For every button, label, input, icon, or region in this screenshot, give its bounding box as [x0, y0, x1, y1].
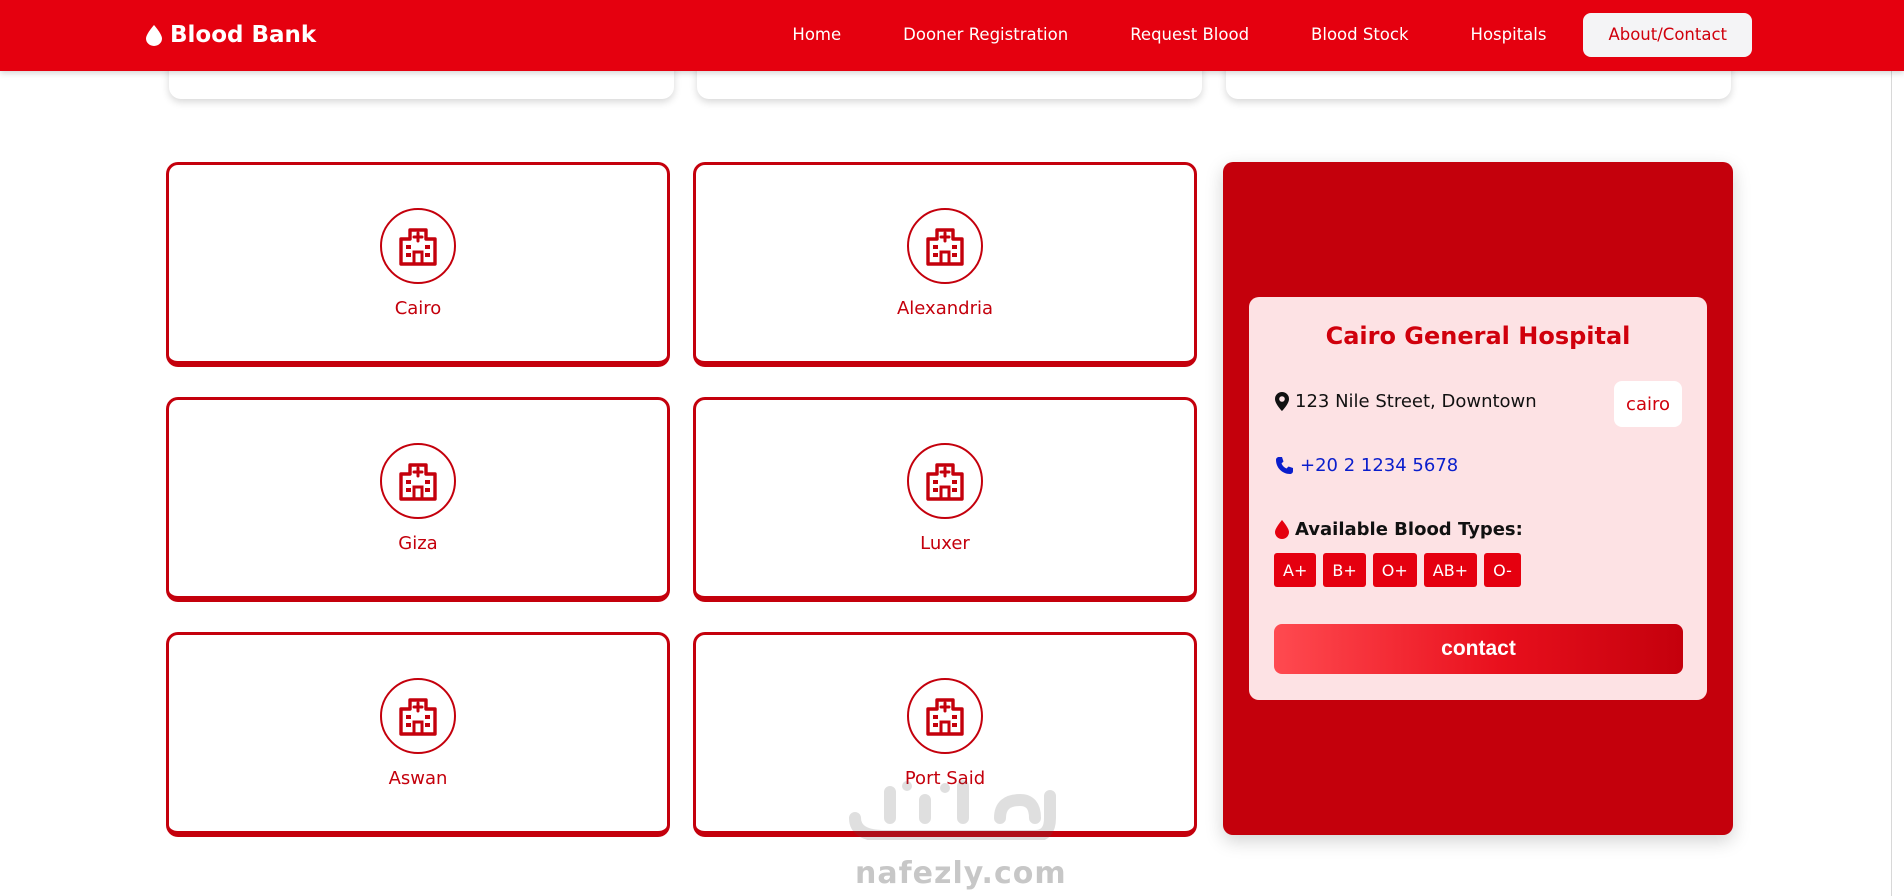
watermark-text: nafezly.com [855, 856, 1067, 891]
blood-types-heading: Available Blood Types: [1275, 519, 1523, 540]
hospital-address: 123 Nile Street, Downtown [1275, 391, 1537, 412]
blood-drop-icon [1275, 520, 1289, 539]
blood-drop-icon [146, 24, 162, 46]
hospital-icon [926, 463, 964, 501]
brand[interactable]: Blood Bank [146, 19, 316, 51]
hospital-panel: Cairo General Hospital 123 Nile Street, … [1223, 162, 1733, 835]
blood-type-chip: AB+ [1423, 553, 1478, 587]
phone-text[interactable]: +20 2 1234 5678 [1300, 455, 1458, 476]
city-icon-circle [380, 208, 456, 284]
blood-type-chip: O- [1484, 553, 1521, 587]
page-edge [1891, 0, 1904, 896]
city-icon-circle [907, 443, 983, 519]
city-icon-circle [380, 443, 456, 519]
city-icon-circle [380, 678, 456, 754]
city-card-alexandria[interactable]: Alexandria [693, 162, 1197, 367]
map-pin-icon [1275, 392, 1289, 411]
nav-links: Home Dooner Registration Request Blood B… [761, 13, 1752, 57]
nav-hospitals[interactable]: Hospitals [1440, 13, 1578, 57]
hospital-card: Cairo General Hospital 123 Nile Street, … [1249, 297, 1707, 700]
city-name: Alexandria [896, 298, 994, 319]
city-name: Luxer [920, 533, 970, 554]
city-card-giza[interactable]: Giza [166, 397, 670, 602]
nav-home[interactable]: Home [761, 13, 872, 57]
blood-types-label: Available Blood Types: [1295, 519, 1523, 540]
nav-blood-stock[interactable]: Blood Stock [1280, 13, 1439, 57]
hospital-icon [399, 698, 437, 736]
blood-type-chip: A+ [1274, 553, 1317, 587]
contact-button[interactable]: contact [1274, 624, 1683, 674]
city-card-cairo[interactable]: Cairo [166, 162, 670, 367]
hospital-name: Cairo General Hospital [1325, 322, 1631, 350]
address-text: 123 Nile Street, Downtown [1295, 391, 1537, 412]
city-icon-circle [907, 678, 983, 754]
blood-type-chip: B+ [1323, 553, 1366, 587]
city-icon-circle [907, 208, 983, 284]
nav-donor-registration[interactable]: Dooner Registration [872, 13, 1099, 57]
hospital-icon [399, 228, 437, 266]
blood-types-list: A+ B+ O+ AB+ O- [1274, 553, 1521, 587]
hospital-icon [926, 698, 964, 736]
nav-about-contact[interactable]: About/Contact [1583, 13, 1752, 57]
hospital-icon [399, 463, 437, 501]
city-card-aswan[interactable]: Aswan [166, 632, 670, 837]
city-name: Giza [398, 533, 438, 554]
hospital-phone[interactable]: +20 2 1234 5678 [1275, 455, 1458, 476]
watermark-logo [849, 780, 1056, 840]
phone-icon [1276, 457, 1293, 474]
brand-name: Blood Bank [170, 22, 317, 48]
nav-request-blood[interactable]: Request Blood [1099, 13, 1280, 57]
city-card-luxer[interactable]: Luxer [693, 397, 1197, 602]
blood-type-chip: O+ [1372, 553, 1417, 587]
city-name: Cairo [394, 298, 442, 319]
navbar: Blood Bank Home Dooner Registration Requ… [0, 0, 1904, 71]
hospital-city-badge: cairo [1614, 381, 1682, 427]
hospital-icon [926, 228, 964, 266]
city-name: Aswan [388, 768, 448, 789]
